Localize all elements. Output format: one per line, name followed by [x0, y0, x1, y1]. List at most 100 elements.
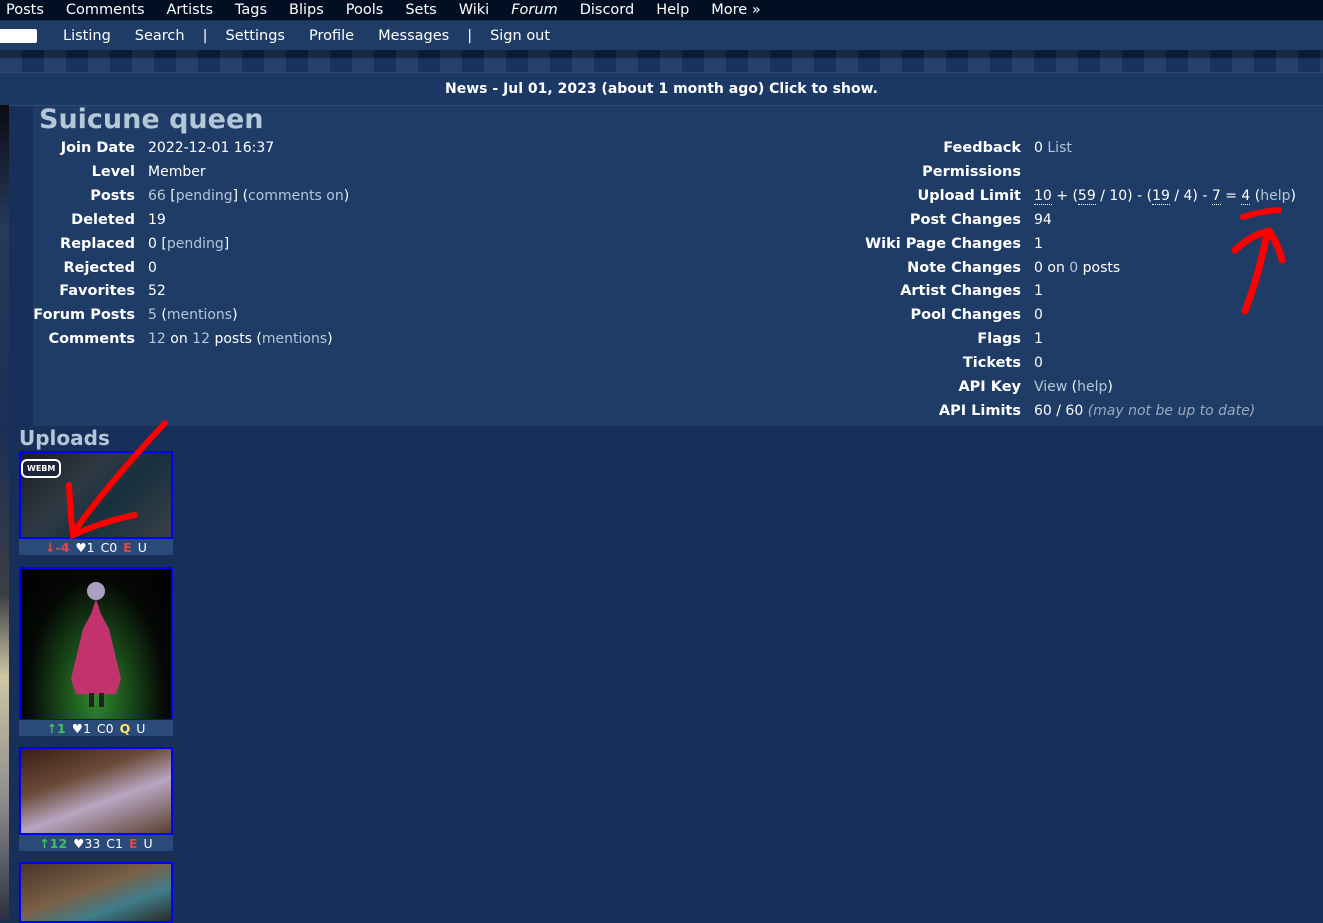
- stat-link[interactable]: help: [1260, 188, 1290, 204]
- stat-text: 0: [1034, 259, 1043, 276]
- stat-text: / 4) -: [1169, 187, 1212, 204]
- nav-tags[interactable]: Tags: [230, 2, 272, 18]
- post-rating: E: [123, 539, 132, 555]
- subnav-search[interactable]: Search: [123, 28, 197, 44]
- sub-navigation: Listing Search | Settings Profile Messag…: [0, 21, 1323, 50]
- post-score: ↑12: [39, 835, 68, 851]
- stat-label: Flags: [977, 331, 1021, 348]
- stat-text: =: [1220, 187, 1242, 204]
- stat-value: 0 on 0 posts: [1034, 260, 1120, 276]
- stat-text: 4: [1241, 187, 1251, 205]
- post-thumbnail[interactable]: [19, 862, 173, 923]
- post-favorites: ♥1: [71, 720, 91, 736]
- stat-row-wiki-page-changes: Wiki Page Changes 1: [0, 233, 1323, 255]
- stat-row-feedback: Feedback 0 List: [0, 137, 1323, 159]
- stat-row-upload-limit: Upload Limit 10 + (59 / 10) - (19 / 4) - …: [0, 185, 1323, 207]
- stat-link[interactable]: View: [1034, 379, 1067, 395]
- stat-text: 59: [1077, 187, 1096, 205]
- post-stats: ↑1 ♥1 C0 Q U: [19, 720, 173, 736]
- subnav-sign-out[interactable]: Sign out: [478, 28, 562, 44]
- stat-row-api-key: API Key View (help): [0, 376, 1323, 398]
- stat-text: (may not be up to date): [1087, 402, 1256, 419]
- stat-label: Permissions: [922, 163, 1021, 180]
- stat-link[interactable]: help: [1077, 379, 1107, 395]
- stat-row-tickets: Tickets 0: [0, 352, 1323, 374]
- header-pattern: [0, 50, 1323, 72]
- stat-label: Artist Changes: [900, 283, 1021, 300]
- stat-row-post-changes: Post Changes 94: [0, 209, 1323, 231]
- nav-posts[interactable]: Posts: [0, 2, 49, 18]
- stat-text: ): [1107, 379, 1113, 395]
- nav-wiki[interactable]: Wiki: [454, 2, 494, 18]
- nav-more[interactable]: More »: [706, 2, 765, 18]
- post-rating: E: [128, 835, 138, 851]
- stat-label: Wiki Page Changes: [865, 235, 1021, 252]
- post-comments: C1: [106, 835, 123, 851]
- subnav-messages[interactable]: Messages: [366, 28, 461, 44]
- post-stats: ↓-4 ♥1 C0 E U: [19, 539, 173, 555]
- stat-label: Pool Changes: [910, 307, 1022, 324]
- stat-label: Note Changes: [907, 259, 1021, 276]
- uploads-heading: Uploads: [19, 426, 110, 450]
- stat-row-api-limits: API Limits 60 / 60 (may not be up to date…: [0, 400, 1323, 422]
- nav-blips[interactable]: Blips: [284, 2, 329, 18]
- post-thumbnail[interactable]: [19, 747, 173, 835]
- stat-value: 1: [1034, 331, 1043, 348]
- post-score: ↑1: [46, 720, 66, 736]
- nav-pools[interactable]: Pools: [341, 2, 389, 18]
- post-status: U: [136, 720, 146, 736]
- nav-artists[interactable]: Artists: [162, 2, 218, 18]
- post-thumbnail[interactable]: [19, 567, 173, 721]
- nav-forum[interactable]: Forum: [506, 2, 563, 18]
- subnav-settings[interactable]: Settings: [214, 28, 297, 44]
- post-thumbnail[interactable]: WEBM: [19, 451, 173, 539]
- post-score: ↓-4: [45, 539, 70, 555]
- subnav-separator: |: [202, 27, 208, 44]
- stat-row-artist-changes: Artist Changes 1: [0, 280, 1323, 302]
- stat-text: (: [1067, 379, 1078, 395]
- subnav-profile[interactable]: Profile: [297, 28, 366, 44]
- stat-value: 94: [1034, 211, 1052, 228]
- quick-search-input[interactable]: [0, 28, 37, 43]
- stat-link[interactable]: List: [1047, 140, 1071, 156]
- post-favorites: ♥33: [73, 835, 101, 851]
- stat-link[interactable]: 0: [1069, 260, 1078, 276]
- stat-row-note-changes: Note Changes 0 on 0 posts: [0, 257, 1323, 279]
- post-comments: C0: [96, 720, 114, 736]
- stat-row-flags: Flags 1: [0, 328, 1323, 350]
- nav-comments[interactable]: Comments: [61, 2, 150, 18]
- stat-label: API Key: [958, 379, 1021, 395]
- news-banner[interactable]: News - Jul 01, 2023 (about 1 month ago) …: [0, 72, 1323, 106]
- nav-help[interactable]: Help: [651, 2, 694, 18]
- stat-row-permissions: Permissions: [0, 161, 1323, 183]
- stat-text: on: [1042, 259, 1070, 276]
- stat-text: ): [1290, 187, 1296, 204]
- profile-username: Suicune queen: [39, 104, 264, 135]
- main-navigation: Posts Comments Artists Tags Blips Pools …: [0, 0, 1323, 20]
- stat-label: Post Changes: [909, 211, 1021, 228]
- stat-text: 10: [1034, 187, 1052, 205]
- stat-value: View (help): [1034, 379, 1113, 395]
- stat-text: + (: [1051, 187, 1078, 204]
- stat-text: posts: [1078, 259, 1121, 276]
- post-status: U: [143, 835, 153, 851]
- stat-text: / 10) - (: [1095, 187, 1153, 204]
- stat-text: 7: [1211, 187, 1221, 205]
- stat-text: 60 / 60: [1034, 402, 1088, 419]
- stat-label: Upload Limit: [917, 187, 1021, 204]
- stat-value: 1: [1034, 283, 1043, 300]
- stat-value: 60 / 60 (may not be up to date): [1034, 403, 1255, 419]
- stat-row-pool-changes: Pool Changes 0: [0, 304, 1323, 326]
- post-status: U: [137, 539, 147, 555]
- subnav-listing[interactable]: Listing: [51, 28, 123, 44]
- nav-sets[interactable]: Sets: [400, 2, 441, 18]
- stat-value: 10 + (59 / 10) - (19 / 4) - 7 = 4 (help): [1034, 187, 1296, 205]
- post-stats: ↑12 ♥33 C1 E U: [19, 835, 173, 851]
- stat-text: (: [1250, 187, 1261, 204]
- nav-discord[interactable]: Discord: [575, 2, 640, 18]
- stat-value: 0: [1034, 355, 1043, 372]
- stat-label: Feedback: [943, 140, 1021, 156]
- post-rating: Q: [119, 720, 131, 736]
- stat-label: Tickets: [962, 355, 1021, 372]
- post-comments: C0: [100, 539, 118, 555]
